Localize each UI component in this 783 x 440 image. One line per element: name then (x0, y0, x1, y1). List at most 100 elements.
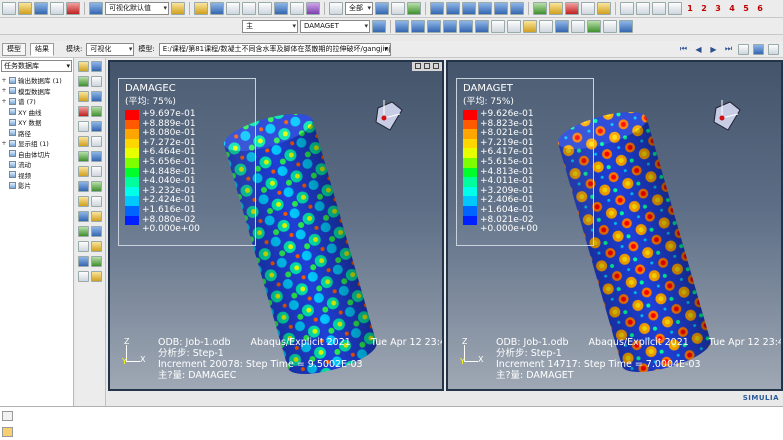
remove-selected-icon[interactable] (375, 2, 389, 15)
toolbox-tool-icon[interactable] (91, 121, 102, 132)
frame-selector-icon[interactable] (768, 43, 779, 55)
tree-item[interactable]: XY 曲线 (1, 107, 72, 118)
view-left-icon[interactable] (462, 2, 476, 15)
toolbox-tool-icon[interactable] (91, 151, 102, 162)
toolbox-tool-icon[interactable] (78, 181, 89, 192)
tree-expander[interactable]: + (1, 98, 7, 105)
translucency-icon[interactable] (581, 2, 595, 15)
record-icon[interactable] (66, 2, 80, 15)
print-icon[interactable] (50, 2, 64, 15)
folder-icon[interactable] (597, 2, 611, 15)
tile-icon[interactable] (619, 19, 633, 33)
animation-options-icon[interactable] (738, 43, 749, 55)
toolbox-tool-icon[interactable] (78, 136, 89, 147)
magnify-icon[interactable] (258, 2, 272, 15)
toolbox-tool-icon[interactable] (78, 121, 89, 132)
python-console-icon[interactable] (2, 427, 13, 437)
message-icon[interactable] (2, 411, 13, 421)
frame-number-6[interactable]: 6 (754, 4, 766, 13)
common-options-icon[interactable] (491, 19, 505, 33)
toolbox-tool-icon[interactable] (91, 136, 102, 147)
tree-item[interactable]: 自由体切片 (1, 149, 72, 160)
viewport-damagec[interactable]: DAMAGEC (平均: 75%) +9.697e-01 +8.889e-01 +8… (108, 60, 444, 391)
display-options-icon[interactable] (89, 2, 103, 15)
toolbox-tool-icon[interactable] (91, 196, 102, 207)
primary-variable-combo[interactable]: 主 (242, 19, 298, 33)
toolbox-tool-icon[interactable] (91, 211, 102, 222)
tree-item[interactable]: + 模型数据库 (1, 86, 72, 97)
select-icon[interactable] (210, 2, 224, 15)
text-annotation-icon[interactable] (571, 19, 585, 33)
save-icon[interactable] (34, 2, 48, 15)
frame-number-2[interactable]: 2 (698, 4, 710, 13)
toolbox-tool-icon[interactable] (91, 181, 102, 192)
auto-fit-icon[interactable] (290, 2, 304, 15)
toolbox-tool-icon[interactable] (78, 106, 89, 117)
frame-first-icon[interactable] (620, 2, 634, 15)
tree-item[interactable]: + 输出数据库 (1) (1, 75, 72, 86)
toolbox-tool-icon[interactable] (91, 256, 102, 267)
play-button[interactable]: ▶ (708, 45, 719, 54)
tree-filter-select[interactable]: 任务数据库 (1, 60, 72, 72)
toolbox-tool-icon[interactable] (91, 91, 102, 102)
model-path-combo[interactable]: E:/课程/第81课程/数凝土不同含水率及脚体在蒸散期的拉伸破坏/gangjin… (158, 42, 391, 56)
toolbox-tool-icon[interactable] (78, 226, 89, 237)
tree-item[interactable]: + 谱 (7) (1, 96, 72, 107)
tab-model[interactable]: 模型 (2, 42, 26, 56)
part-instance-combo[interactable]: 全部 (345, 2, 373, 15)
tree-item[interactable]: 视频 (1, 170, 72, 181)
contour-options-icon[interactable] (507, 19, 521, 33)
animate-icon[interactable] (587, 19, 601, 33)
material-orientation-icon[interactable] (459, 19, 473, 33)
viewport-damaget[interactable]: DAMAGET (平均: 75%) +9.626e-01 +8.823e-01 +8… (446, 60, 783, 391)
tree-item[interactable]: + 显示组 (1) (1, 138, 72, 149)
tab-results[interactable]: 结果 (30, 42, 54, 56)
zoom-box-icon[interactable] (274, 2, 288, 15)
show-all-icon[interactable] (391, 2, 405, 15)
frame-number-4[interactable]: 4 (726, 4, 738, 13)
module-combo[interactable]: 可视化 (86, 42, 135, 56)
replace-selected-icon[interactable] (407, 2, 421, 15)
module-defaults-combo[interactable]: 可视化默认值 (105, 2, 169, 15)
toolbox-tool-icon[interactable] (78, 61, 89, 72)
tree-expander[interactable]: + (1, 140, 7, 147)
toolbox-tool-icon[interactable] (78, 256, 89, 267)
view-right-icon[interactable] (478, 2, 492, 15)
toolbox-tool-icon[interactable] (91, 106, 102, 117)
rotate-icon[interactable] (242, 2, 256, 15)
view-front-icon[interactable] (430, 2, 444, 15)
frame-next-icon[interactable] (652, 2, 666, 15)
tree-item[interactable]: 流动 (1, 159, 72, 170)
pan-icon[interactable] (226, 2, 240, 15)
toolbox-tool-icon[interactable] (78, 241, 89, 252)
movie-icon[interactable] (753, 43, 764, 55)
toolbox-tool-icon[interactable] (91, 271, 102, 282)
tree-expander[interactable]: + (1, 87, 7, 94)
arrow-annotation-icon[interactable] (555, 19, 569, 33)
render-icon[interactable] (533, 2, 547, 15)
symbol-icon[interactable] (443, 19, 457, 33)
message-area[interactable] (0, 406, 783, 440)
legend-options-icon[interactable] (523, 19, 537, 33)
view-back-icon[interactable] (446, 2, 460, 15)
new-file-icon[interactable] (2, 2, 16, 15)
prev-frame-button[interactable]: ◀ (693, 45, 704, 54)
contour-icon[interactable] (427, 19, 441, 33)
query-icon[interactable] (194, 2, 208, 15)
toolbox-tool-icon[interactable] (91, 76, 102, 87)
toolbox-tool-icon[interactable] (91, 166, 102, 177)
minimize-icon[interactable] (415, 63, 421, 69)
frame-number-1[interactable]: 1 (684, 4, 696, 13)
deformed-icon[interactable] (411, 19, 425, 33)
tree-item[interactable]: XY 数据 (1, 117, 72, 128)
field-output-combo[interactable]: DAMAGET (300, 19, 370, 33)
maximize-icon[interactable] (424, 63, 430, 69)
frame-number-5[interactable]: 5 (740, 4, 752, 13)
view-iso-icon[interactable] (510, 2, 524, 15)
help-icon[interactable] (565, 2, 579, 15)
toolbox-tool-icon[interactable] (78, 76, 89, 87)
toolbox-tool-icon[interactable] (78, 271, 89, 282)
undeformed-icon[interactable] (395, 19, 409, 33)
view-top-icon[interactable] (494, 2, 508, 15)
last-frame-button[interactable]: ⏭ (723, 44, 734, 54)
